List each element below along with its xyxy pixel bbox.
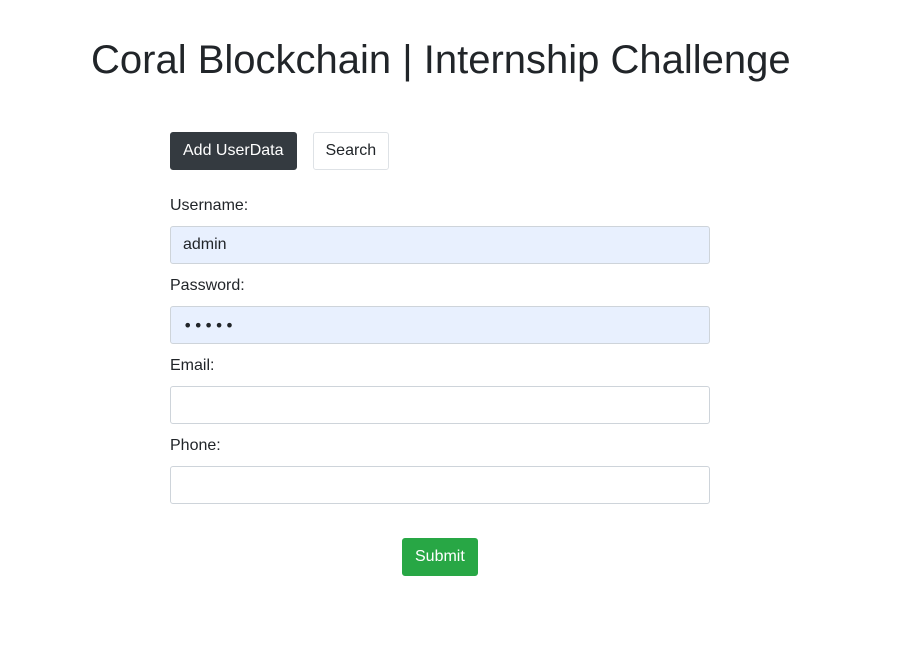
phone-field-group: Phone: <box>170 434 710 504</box>
username-input[interactable] <box>170 226 710 264</box>
add-userdata-button[interactable]: Add UserData <box>170 132 297 170</box>
phone-input[interactable] <box>170 466 710 504</box>
page-title: Coral Blockchain | Internship Challenge <box>91 38 791 82</box>
search-button[interactable]: Search <box>312 132 390 170</box>
password-label: Password: <box>170 277 245 294</box>
password-field-group: Password: <box>170 274 710 344</box>
phone-label: Phone: <box>170 437 221 454</box>
email-input[interactable] <box>170 386 710 424</box>
email-label: Email: <box>170 357 215 374</box>
username-field-group: Username: <box>170 194 710 264</box>
password-input[interactable] <box>170 306 710 344</box>
submit-button[interactable]: Submit <box>402 538 478 576</box>
user-data-form: Username: Password: Email: Phone: <box>170 194 710 514</box>
username-label: Username: <box>170 197 249 214</box>
submit-wrap: Submit <box>402 538 478 576</box>
toolbar: Add UserData Search <box>170 132 390 170</box>
email-field-group: Email: <box>170 354 710 424</box>
